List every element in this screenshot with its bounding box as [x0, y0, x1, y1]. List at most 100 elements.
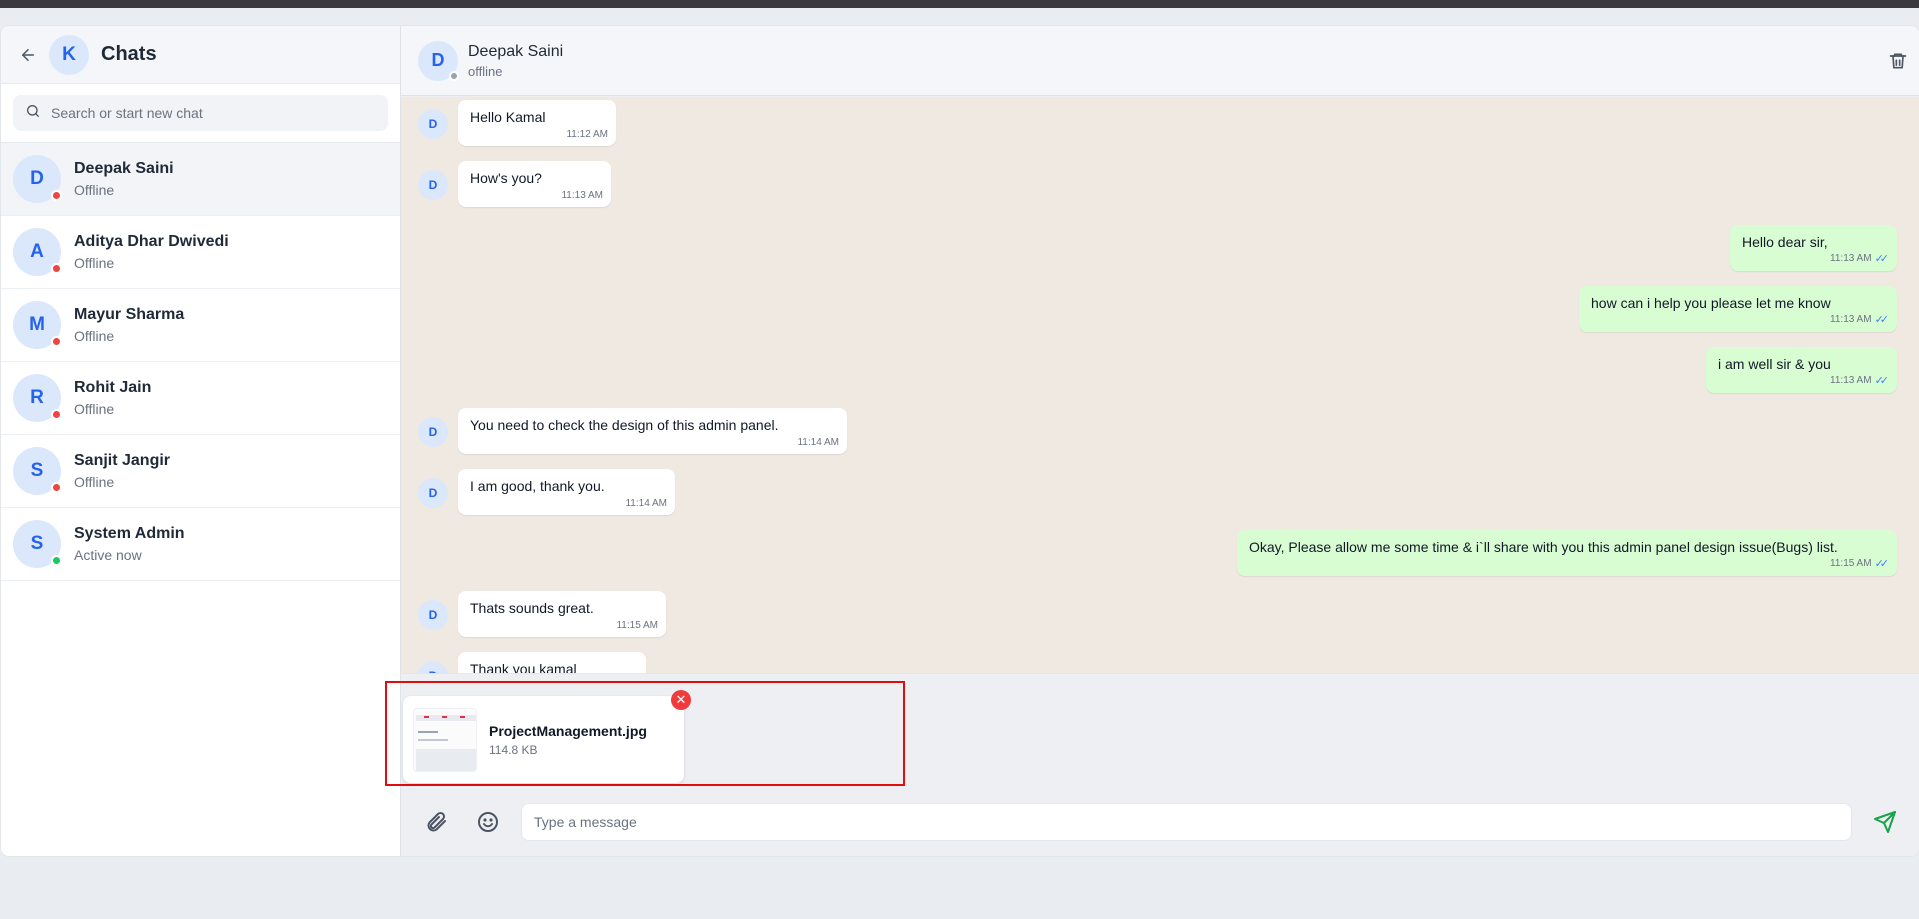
message-sender-avatar: D: [418, 170, 448, 200]
message-sender-avatar: D: [418, 661, 448, 673]
chat-list-item[interactable]: M Mayur Sharma Offline: [1, 289, 400, 362]
paperclip-icon[interactable]: [422, 808, 450, 836]
sidebar: K Chats D Deepak Saini Offline A Aditya Dhar…: [1, 26, 401, 856]
incoming-message-bubble[interactable]: Thank you kamal: [458, 652, 646, 673]
message-time: 11:13 AM: [1830, 253, 1872, 264]
search-box[interactable]: [13, 95, 388, 131]
message-time: 11:15 AM: [616, 620, 658, 631]
chat-item-text: System Admin Active now: [74, 525, 185, 563]
avatar-initial: S: [30, 533, 44, 554]
contact-status: Active now: [74, 547, 142, 563]
smiley-icon[interactable]: [474, 808, 502, 836]
contact-avatar-initial: D: [431, 50, 445, 70]
presence-dot: [51, 409, 62, 420]
contact-name: Sanjit Jangir: [74, 452, 171, 469]
contact-status: Offline: [74, 182, 115, 198]
remove-attachment-close-icon[interactable]: ✕: [671, 690, 691, 710]
presence-dot: [51, 555, 62, 566]
chat-item-text: Sanjit Jangir Offline: [74, 452, 170, 490]
message-time: 11:12 AM: [566, 129, 608, 140]
conversation-header: D Deepak Saini offline: [401, 26, 1919, 96]
message-text: Thats sounds great.: [470, 600, 594, 616]
double-check-icon: ✓✓: [1874, 314, 1890, 326]
contact-name: Rohit Jain: [74, 379, 152, 396]
presence-dot: [51, 263, 62, 274]
chat-list-item[interactable]: S Sanjit Jangir Offline: [1, 435, 400, 508]
contact-avatar[interactable]: D: [418, 40, 459, 81]
contact-name: Mayur Sharma: [74, 306, 185, 323]
message-time-wrap: 11:13 AM ✓✓: [1830, 313, 1889, 326]
contact-avatar: S: [13, 520, 62, 568]
send-icon[interactable]: [1871, 808, 1899, 836]
message-text: i am well sir & you: [1718, 356, 1831, 372]
outgoing-message-bubble[interactable]: how can i help you please let me know 11:…: [1579, 286, 1897, 332]
composer: ProjectManagement.jpg 114.8 KB ✕: [385, 673, 1919, 856]
message-time-wrap: 11:14 AM: [797, 437, 839, 448]
contact-status: Offline: [74, 255, 115, 271]
double-check-icon: ✓✓: [1874, 253, 1890, 265]
search-input[interactable]: [51, 105, 381, 121]
message-text: I am good, thank you.: [470, 478, 605, 494]
incoming-message-bubble[interactable]: Thats sounds great. 11:15 AM: [458, 591, 666, 637]
message-time-wrap: 11:13 AM ✓✓: [1830, 252, 1889, 265]
trash-icon[interactable]: [1887, 50, 1909, 72]
message-time: 11:13 AM: [561, 190, 603, 201]
contact-name: Deepak Saini: [74, 160, 174, 177]
message-time-wrap: 11:12 AM: [566, 129, 608, 140]
attachment-preview[interactable]: ProjectManagement.jpg 114.8 KB: [403, 696, 684, 783]
message-list[interactable]: D Hello Kamal 11:12 AM D How's you? 11:13 AM H…: [401, 97, 1919, 673]
avatar-initial: D: [30, 168, 44, 189]
incoming-message-bubble[interactable]: How's you? 11:13 AM: [458, 161, 611, 207]
chat-item-text: Deepak Saini Offline: [74, 160, 174, 198]
sidebar-title: Chats: [101, 43, 157, 65]
message-time: 11:14 AM: [797, 437, 839, 448]
sidebar-header: K Chats: [1, 26, 400, 84]
contact-status: Offline: [74, 328, 115, 344]
message-text: how can i help you please let me know: [1591, 295, 1831, 311]
message-input[interactable]: [521, 803, 1852, 841]
chat-list-item[interactable]: A Aditya Dhar Dwivedi Offline: [1, 216, 400, 289]
contact-avatar: R: [13, 374, 62, 422]
incoming-message-bubble[interactable]: You need to check the design of this adm…: [458, 408, 847, 454]
outgoing-message-bubble[interactable]: i am well sir & you 11:13 AM ✓✓: [1706, 347, 1897, 393]
message-sender-avatar: D: [418, 600, 448, 630]
contact-status: Offline: [74, 474, 115, 490]
message-text: Thank you kamal: [470, 661, 577, 673]
attachment-thumbnail: [413, 707, 477, 772]
chat-list-item[interactable]: D Deepak Saini Offline: [1, 143, 400, 216]
chat-list-item[interactable]: R Rohit Jain Offline: [1, 362, 400, 435]
contact-name: System Admin: [74, 525, 185, 542]
message-time-wrap: 11:14 AM: [625, 498, 667, 509]
message-input-row: [401, 794, 1919, 850]
avatar-initial: A: [30, 241, 44, 262]
incoming-message-bubble[interactable]: Hello Kamal 11:12 AM: [458, 100, 616, 146]
chat-item-text: Aditya Dhar Dwivedi Offline: [74, 233, 229, 271]
contact-name: Deepak Saini: [468, 42, 564, 60]
contact-avatar: D: [13, 155, 62, 203]
chat-item-text: Rohit Jain Offline: [74, 379, 151, 417]
back-arrow-icon[interactable]: [17, 44, 39, 66]
user-avatar[interactable]: K: [49, 34, 89, 75]
contact-name: Aditya Dhar Dwivedi: [74, 233, 229, 250]
chat-list-item[interactable]: S System Admin Active now: [1, 508, 400, 581]
attachment-info: ProjectManagement.jpg 114.8 KB: [489, 723, 647, 757]
outgoing-message-bubble[interactable]: Okay, Please allow me some time & i`ll s…: [1237, 530, 1897, 576]
message-time: 11:13 AM: [1830, 314, 1872, 325]
incoming-message-bubble[interactable]: I am good, thank you. 11:14 AM: [458, 469, 675, 515]
chat-app: K Chats D Deepak Saini Offline A Aditya Dhar…: [1, 26, 1919, 856]
message-time: 11:13 AM: [1830, 375, 1872, 386]
outgoing-message-bubble[interactable]: Hello dear sir, 11:13 AM ✓✓: [1730, 225, 1897, 271]
message-text: How's you?: [470, 170, 542, 186]
message-time-wrap: 11:13 AM: [561, 190, 603, 201]
conversation-panel: D Deepak Saini offline D Hello Kamal 11:12…: [385, 26, 1919, 856]
message-sender-avatar: D: [418, 417, 448, 447]
avatar-initial: R: [30, 387, 44, 408]
contact-status: offline: [468, 63, 503, 79]
contact-avatar: M: [13, 301, 62, 349]
message-text: Hello Kamal: [470, 109, 546, 125]
message-time-wrap: 11:15 AM ✓✓: [1830, 557, 1889, 570]
chat-list: D Deepak Saini Offline A Aditya Dhar Dwivedi…: [1, 143, 400, 581]
attachment-highlight-frame: ProjectManagement.jpg 114.8 KB ✕: [385, 681, 905, 786]
chat-item-text: Mayur Sharma Offline: [74, 306, 184, 344]
contact-avatar: S: [13, 447, 62, 495]
